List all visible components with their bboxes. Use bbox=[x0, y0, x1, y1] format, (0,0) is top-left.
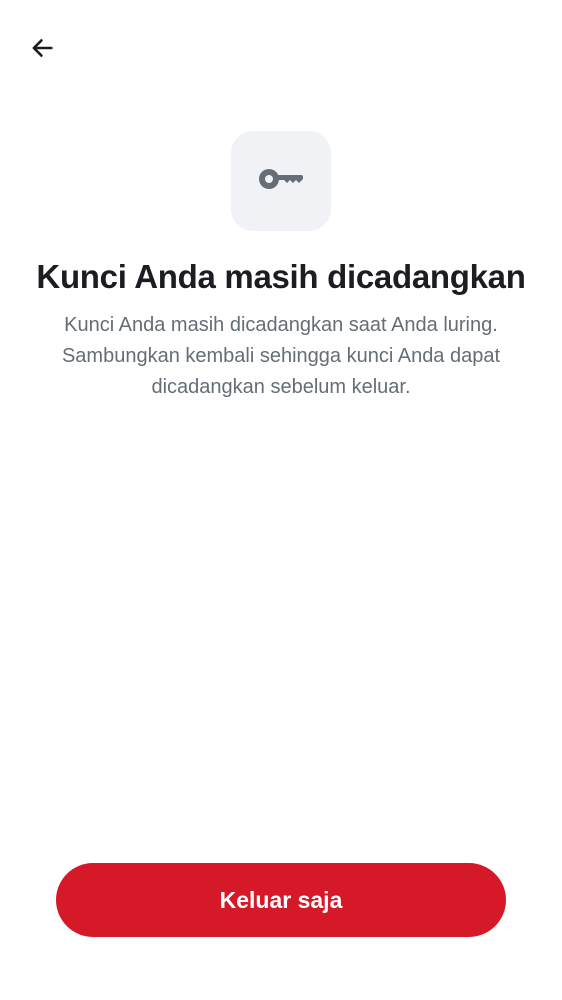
back-button[interactable] bbox=[20, 30, 64, 70]
key-icon bbox=[257, 164, 305, 199]
description-text: Kunci Anda masih dicadangkan saat Anda l… bbox=[61, 314, 501, 398]
arrow-left-icon bbox=[28, 34, 56, 67]
page-title: Kunci Anda masih dicadangkan bbox=[36, 258, 526, 295]
sign-out-button[interactable]: Keluar saja bbox=[56, 863, 506, 937]
key-illustration bbox=[231, 131, 331, 231]
